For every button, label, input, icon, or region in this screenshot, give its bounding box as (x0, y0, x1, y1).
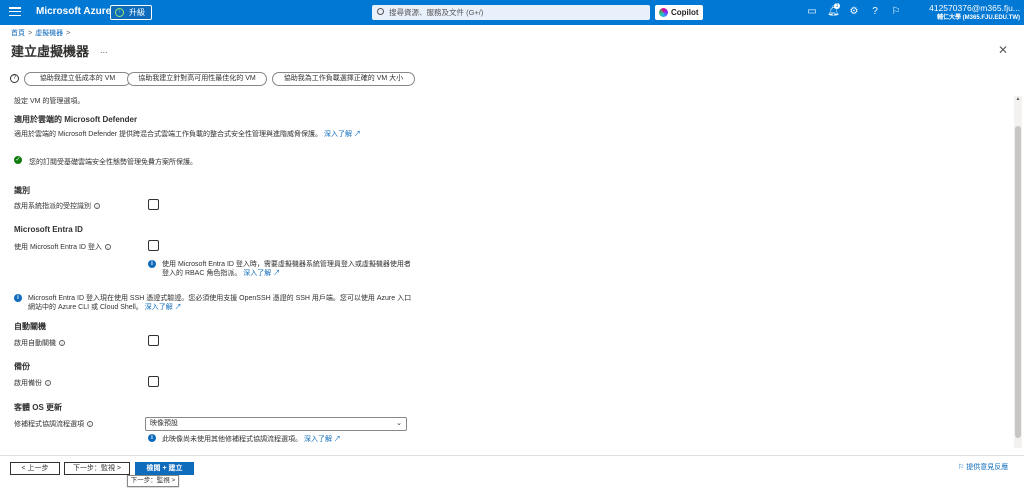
defender-status-text: 您的訂閱受基礎雲端安全性態勢管理免費方案所保護。 (29, 159, 197, 166)
identity-heading: 識別 (14, 186, 30, 195)
entra-label: 使用 Microsoft Entra ID 登入 i (14, 242, 111, 252)
defender-learn-more-link[interactable]: 深入了解 (324, 131, 352, 138)
patch-label: 修補程式協調流程選項 i (14, 419, 93, 429)
intro-text: 設定 VM 的管理選項。 (14, 98, 85, 105)
cloud-shell-icon[interactable]: ▭ (806, 6, 818, 18)
identity-label-text: 啟用系統指派的受控識別 (14, 203, 91, 210)
backup-label: 啟用備份 i (14, 378, 51, 388)
settings-icon[interactable]: ⚙ (848, 6, 860, 18)
account-menu[interactable]: 412570376@m365.fju... 輔仁大學 (M365.FJU.EDU… (915, 3, 1020, 23)
breadcrumb-home[interactable]: 首頁 (11, 30, 25, 37)
backup-heading: 備份 (14, 362, 30, 371)
backup-checkbox[interactable] (148, 376, 159, 387)
next-monitoring-button[interactable]: 下一步：監視 > (64, 462, 130, 475)
search-placeholder: 搜尋資源、服務及文件 (G+/) (389, 8, 484, 17)
scroll-thumb[interactable] (1015, 126, 1021, 438)
identity-label: 啟用系統指派的受控識別 i (14, 201, 100, 211)
ssh-learn-more-link[interactable]: 深入了解 (145, 304, 173, 311)
info-icon[interactable]: i (87, 421, 93, 428)
external-link-icon: ↗ (172, 304, 182, 311)
copilot-label: Copilot (671, 8, 699, 17)
question-icon: ? (10, 74, 19, 83)
breadcrumb-vm[interactable]: 虛擬機器 (35, 30, 63, 37)
autoshutdown-label-text: 啟用自動關機 (14, 340, 56, 347)
search-icon (377, 8, 384, 15)
autoshutdown-checkbox[interactable] (148, 335, 159, 346)
patch-select-value: 映像預設 (150, 420, 178, 427)
info-icon[interactable]: i (104, 244, 111, 251)
chevron-down-icon: ⌄ (396, 420, 402, 427)
account-email: 412570376@m365.fju... (929, 3, 1020, 13)
info-icon[interactable]: i (94, 203, 100, 210)
more-options-icon[interactable]: ... (100, 45, 108, 55)
page-title: 建立虛擬機器 (11, 44, 90, 59)
footer-bar: < 上一步 下一步：監視 > 檢閱 + 建立 下一步：監視 > ⚐ 提供意見反應 (0, 455, 1024, 488)
patch-label-text: 修補程式協調流程選項 (14, 421, 84, 428)
breadcrumb: 首頁 > 虛擬機器 > (11, 28, 73, 38)
patch-info-text: 此映像尚未使用其他修補程式協調流程選項。 深入了解 ↗ (162, 434, 341, 444)
upgrade-icon: ↑ (115, 8, 124, 17)
previous-button[interactable]: < 上一步 (10, 462, 60, 475)
entra-info-text: 使用 Microsoft Entra ID 登入時，需要虛擬機器系統管理員登入或… (162, 260, 412, 278)
account-org: 輔仁大學 (M365.FJU.EDU.TW) (936, 15, 1020, 21)
top-bar: Microsoft Azure ↑ 升級 搜尋資源、服務及文件 (G+/) Co… (0, 0, 1024, 25)
info-circle-icon: i (148, 434, 156, 442)
autoshutdown-label: 啟用自動關機 i (14, 338, 65, 348)
guestos-heading: 客體 OS 更新 (14, 403, 63, 412)
info-circle-icon: i (14, 294, 22, 302)
menu-icon[interactable] (9, 5, 21, 17)
review-create-button[interactable]: 檢閱 + 建立 (135, 462, 194, 475)
upgrade-button[interactable]: ↑ 升級 (110, 5, 152, 20)
next-button-tooltip: 下一步：監視 > (127, 475, 179, 487)
help-icon[interactable]: ? (869, 6, 881, 18)
info-icon[interactable]: i (59, 340, 65, 347)
help-vm-size-button[interactable]: 協助我為工作負載選擇正確的 VM 大小 (272, 72, 415, 86)
feedback-label: 提供意見反應 (966, 464, 1009, 471)
external-link-icon: ↗ (331, 436, 341, 443)
defender-heading: 適用於雲端的 Microsoft Defender (14, 115, 138, 124)
check-circle-icon: ✓ (14, 156, 22, 164)
breadcrumb-separator: > (28, 30, 33, 37)
help-low-cost-button[interactable]: 協助我建立低成本的 VM (24, 72, 131, 86)
entra-login-checkbox[interactable] (148, 240, 159, 251)
patch-info-message: 此映像尚未使用其他修補程式協調流程選項。 (162, 436, 302, 443)
entra-info-message: 使用 Microsoft Entra ID 登入時，需要虛擬機器系統管理員登入或… (162, 261, 411, 277)
patch-orchestration-select[interactable]: 映像預設 ⌄ (145, 417, 407, 431)
brand-title[interactable]: Microsoft Azure (36, 6, 111, 17)
entra-learn-more-link[interactable]: 深入了解 (243, 270, 271, 277)
info-circle-icon: i (148, 260, 156, 268)
defender-description: 適用於雲端的 Microsoft Defender 提供跨混合式雲端工作負載的整… (14, 129, 361, 139)
external-link-icon: ↗ (271, 270, 281, 277)
managed-identity-checkbox[interactable] (148, 199, 159, 210)
help-high-availability-button[interactable]: 協助我建立針對高可用性最佳化的 VM (127, 72, 267, 86)
autoshutdown-heading: 自動關機 (14, 322, 46, 331)
ssh-info-text: Microsoft Entra ID 登入現在使用 SSH 憑證式驗證。您必須使… (28, 294, 418, 312)
entra-label-text: 使用 Microsoft Entra ID 登入 (14, 244, 102, 251)
external-link-icon: ↗ (351, 131, 361, 138)
defender-desc-text: 適用於雲端的 Microsoft Defender 提供跨混合式雲端工作負載的整… (14, 131, 323, 138)
upgrade-label: 升級 (129, 8, 145, 17)
feedback-icon: ⚐ (958, 464, 967, 471)
patch-learn-more-link[interactable]: 深入了解 (304, 436, 332, 443)
scroll-up-arrow-icon[interactable]: ▲ (1014, 96, 1022, 102)
vertical-scrollbar[interactable]: ▲ (1014, 96, 1022, 448)
close-icon[interactable]: ✕ (998, 43, 1008, 57)
feedback-link[interactable]: ⚐ 提供意見反應 (958, 462, 1008, 472)
entra-heading: Microsoft Entra ID (14, 225, 83, 234)
copilot-button[interactable]: Copilot (655, 5, 703, 20)
info-icon[interactable]: i (45, 380, 51, 387)
breadcrumb-separator: > (66, 30, 71, 37)
copilot-icon (659, 8, 668, 17)
ssh-info-message: Microsoft Entra ID 登入現在使用 SSH 憑證式驗證。您必須使… (28, 295, 412, 311)
search-input[interactable]: 搜尋資源、服務及文件 (G+/) (372, 5, 650, 20)
feedback-icon[interactable]: ⚐ (890, 6, 902, 18)
backup-label-text: 啟用備份 (14, 380, 42, 387)
notification-badge: 1 (834, 3, 840, 9)
